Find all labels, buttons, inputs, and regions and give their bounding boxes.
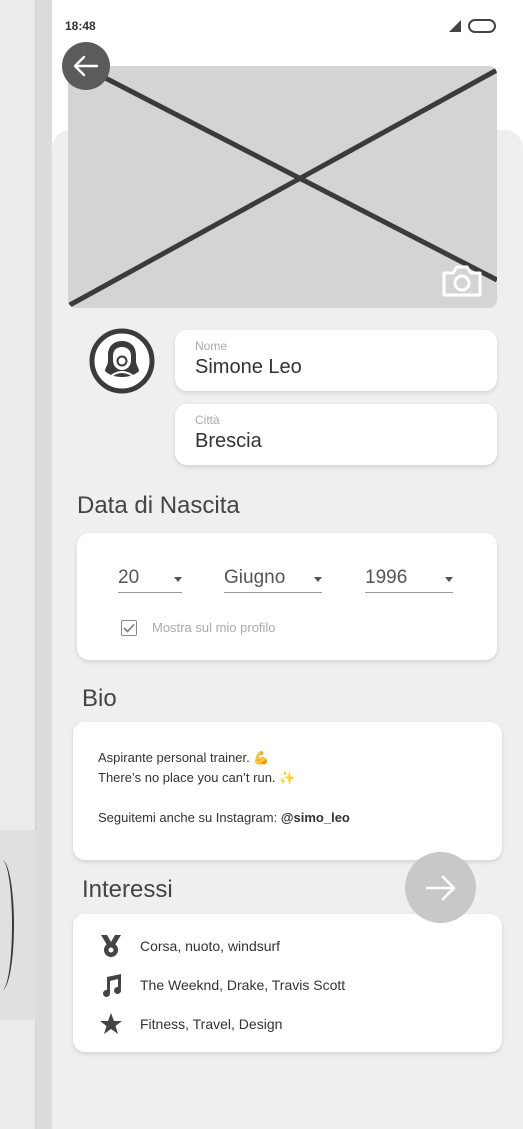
check-icon <box>123 623 135 633</box>
show-on-profile-checkbox[interactable] <box>121 620 137 636</box>
background-panel <box>0 0 52 1129</box>
city-field-label: Città <box>195 413 220 427</box>
year-value: 1996 <box>365 567 408 588</box>
interest-text: The Weeknd, Drake, Travis Scott <box>140 977 346 993</box>
status-bar: 18:48 <box>52 0 523 60</box>
status-time: 18:48 <box>65 19 96 33</box>
name-field-value[interactable]: Simone Leo <box>195 356 302 379</box>
back-button[interactable] <box>62 42 110 90</box>
birth-date-card: 20 Giugno 1996 Mostra sul mio profilo <box>77 533 497 660</box>
bio-line: Aspirante personal trainer. 💪 <box>98 750 270 765</box>
interest-text: Corsa, nuoto, windsurf <box>140 938 281 954</box>
interests-title: Interessi <box>82 876 173 903</box>
year-dropdown[interactable]: 1996 <box>365 563 453 593</box>
birth-date-title: Data di Nascita <box>77 492 240 519</box>
bio-title: Bio <box>82 685 117 712</box>
cover-photo-placeholder[interactable] <box>68 66 497 308</box>
name-field-label: Nome <box>195 339 228 353</box>
city-field[interactable]: Città Brescia <box>175 404 497 465</box>
day-value: 20 <box>118 567 140 588</box>
avatar[interactable] <box>89 328 155 394</box>
name-field[interactable]: Nome Simone Leo <box>175 330 497 391</box>
next-button[interactable] <box>405 852 476 923</box>
bio-instagram-prefix: Seguitemi anche su Instagram: <box>98 810 281 825</box>
show-on-profile-label: Mostra sul mio profilo <box>152 620 276 635</box>
interests-card[interactable]: Corsa, nuoto, windsurf The Weeknd, Drake… <box>73 914 502 1052</box>
camera-icon[interactable] <box>440 263 484 299</box>
month-dropdown[interactable]: Giugno <box>224 563 322 593</box>
instagram-handle: @simo_leo <box>280 810 350 825</box>
city-field-value[interactable]: Brescia <box>195 430 262 453</box>
medal-icon <box>98 934 124 958</box>
bio-spacer <box>98 788 350 808</box>
star-icon <box>98 1012 124 1036</box>
background-previous-screen <box>0 0 36 1129</box>
day-dropdown[interactable]: 20 <box>118 563 182 593</box>
bio-line: Seguitemi anche su Instagram: @simo_leo <box>98 808 350 828</box>
phone-screen: 18:48 Nome Simone Leo Città Brescia Data… <box>52 0 523 1129</box>
bio-card[interactable]: Aspirante personal trainer. 💪 There’s no… <box>73 722 502 860</box>
signal-icon <box>449 20 461 32</box>
arrow-right-icon <box>425 875 455 900</box>
arrow-left-icon <box>73 55 99 77</box>
chevron-down-icon <box>445 577 453 582</box>
chevron-down-icon <box>314 577 322 582</box>
chevron-down-icon <box>174 577 182 582</box>
bio-text: Aspirante personal trainer. 💪 There’s no… <box>98 748 350 828</box>
battery-icon <box>468 19 496 33</box>
month-value: Giugno <box>224 567 286 588</box>
music-note-icon <box>98 973 124 997</box>
interest-text: Fitness, Travel, Design <box>140 1016 283 1032</box>
bio-line: There’s no place you can’t run. ✨ <box>98 770 296 785</box>
image-placeholder-icon <box>68 66 497 308</box>
